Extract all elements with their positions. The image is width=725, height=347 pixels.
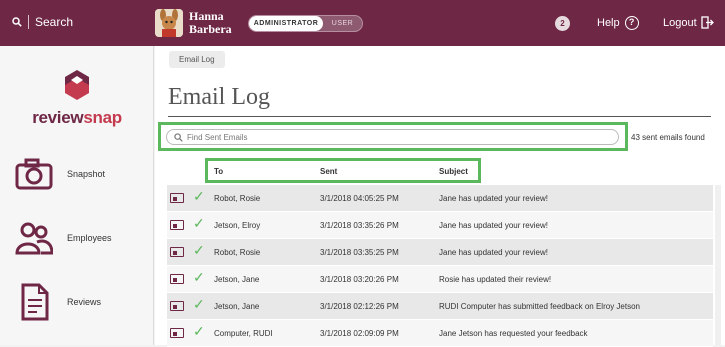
- cell-subject: RUDI Computer has submitted feedback on …: [439, 302, 640, 311]
- cell-subject: Jane has updated your review!: [439, 194, 548, 203]
- main-content: Email Log Email Log Find Sent Emails 43 …: [155, 46, 725, 347]
- column-header-subject[interactable]: Subject: [439, 167, 468, 176]
- role-administrator-option[interactable]: ADMINISTRATOR: [249, 16, 323, 31]
- envelope-icon[interactable]: [170, 193, 184, 203]
- people-icon: [15, 222, 53, 255]
- help-link[interactable]: Help ?: [597, 16, 639, 30]
- check-icon: ✓: [193, 242, 205, 258]
- check-icon: ✓: [193, 323, 205, 339]
- user-name: Hanna Barbera: [189, 10, 232, 36]
- sidebar: reviewsnap Snapshot Employees Reviews: [0, 46, 154, 345]
- column-header-sent[interactable]: Sent: [320, 167, 337, 176]
- logo-mark-icon: [65, 70, 89, 100]
- search-input[interactable]: Find Sent Emails: [166, 129, 619, 145]
- logout-label[interactable]: Logout: [663, 17, 697, 29]
- table-row[interactable]: ✓ Robot, Rosie 3/1/2018 03:35:25 PM Jane…: [167, 239, 713, 266]
- search-label[interactable]: Search: [35, 15, 73, 29]
- role-toggle[interactable]: ADMINISTRATOR USER: [248, 15, 363, 32]
- cell-subject: Jane has updated your review!: [439, 248, 548, 257]
- logout-link[interactable]: Logout: [663, 16, 714, 29]
- cell-sent: 3/1/2018 02:12:26 PM: [320, 302, 399, 311]
- envelope-icon[interactable]: [170, 247, 184, 257]
- search-icon: [12, 17, 22, 27]
- camera-icon: [15, 158, 53, 190]
- global-search[interactable]: Search: [12, 15, 73, 29]
- notification-badge[interactable]: 2: [555, 16, 570, 31]
- cell-to: Robot, Rosie: [214, 248, 261, 257]
- sidebar-item-label: Snapshot: [67, 169, 106, 179]
- breadcrumb[interactable]: Email Log: [169, 51, 225, 68]
- check-icon: ✓: [193, 296, 205, 312]
- table-row[interactable]: ✓ Jetson, Jane 3/1/2018 02:12:26 PM RUDI…: [167, 293, 713, 320]
- sidebar-item-label: Employees: [67, 233, 112, 243]
- cell-to: Jetson, Jane: [214, 302, 260, 311]
- search-placeholder: Find Sent Emails: [187, 132, 248, 142]
- logo-text-review: review: [32, 108, 84, 127]
- check-icon: ✓: [193, 188, 205, 204]
- cell-sent: 3/1/2018 03:35:26 PM: [320, 221, 399, 230]
- table-scrollbar[interactable]: [715, 185, 721, 345]
- title-divider: [168, 116, 711, 117]
- logo-text-snap: snap: [83, 108, 122, 127]
- envelope-icon[interactable]: [170, 328, 184, 338]
- cell-sent: 3/1/2018 03:35:25 PM: [320, 248, 399, 257]
- results-count: 43 sent emails found: [631, 133, 705, 142]
- sidebar-item-employees[interactable]: Employees: [15, 221, 112, 255]
- table-row[interactable]: ✓ Jetson, Jane 3/1/2018 03:20:26 PM Rosi…: [167, 266, 713, 293]
- cell-sent: 3/1/2018 02:09:09 PM: [320, 329, 399, 338]
- top-bar: Search Hanna Barbera ADMINISTRATOR USER …: [0, 0, 725, 46]
- user-last-name: Barbera: [189, 22, 232, 36]
- check-icon: ✓: [193, 215, 205, 231]
- sidebar-item-snapshot[interactable]: Snapshot: [15, 158, 105, 190]
- cell-sent: 3/1/2018 04:05:25 PM: [320, 194, 399, 203]
- logout-icon[interactable]: [701, 16, 714, 29]
- sidebar-item-label: Reviews: [67, 297, 102, 307]
- search-icon: [174, 132, 183, 142]
- column-header-to[interactable]: To: [214, 167, 223, 176]
- envelope-icon[interactable]: [170, 301, 184, 311]
- cell-subject: Jane Jetson has requested your feedback: [439, 329, 588, 338]
- document-icon: [21, 283, 49, 321]
- cell-sent: 3/1/2018 03:20:26 PM: [320, 275, 399, 284]
- page-title: Email Log: [168, 84, 270, 110]
- envelope-icon[interactable]: [170, 220, 184, 230]
- cell-to: Jetson, Elroy: [214, 221, 261, 230]
- cell-subject: Jane has updated your review!: [439, 221, 548, 230]
- search-divider: [28, 15, 29, 29]
- table-row[interactable]: ✓ Jetson, Elroy 3/1/2018 03:35:26 PM Jan…: [167, 212, 713, 239]
- cell-to: Robot, Rosie: [214, 194, 261, 203]
- avatar: [155, 9, 183, 37]
- table-row[interactable]: ✓ Computer, RUDI 3/1/2018 02:09:09 PM Ja…: [167, 320, 713, 347]
- user-profile[interactable]: Hanna Barbera: [155, 9, 232, 37]
- cell-to: Jetson, Jane: [214, 275, 260, 284]
- role-user-option[interactable]: USER: [323, 16, 362, 31]
- table-row[interactable]: ✓ Robot, Rosie 3/1/2018 04:05:25 PM Jane…: [167, 185, 713, 212]
- reviewsnap-logo[interactable]: reviewsnap: [22, 69, 132, 128]
- envelope-icon[interactable]: [170, 274, 184, 284]
- check-icon: ✓: [193, 269, 205, 285]
- help-label[interactable]: Help: [597, 17, 620, 29]
- sidebar-item-reviews[interactable]: Reviews: [15, 283, 101, 321]
- logo-text: reviewsnap: [22, 108, 132, 128]
- help-icon[interactable]: ?: [624, 16, 639, 30]
- cell-to: Computer, RUDI: [214, 329, 273, 338]
- cell-subject: Rosie has updated their review!: [439, 275, 552, 284]
